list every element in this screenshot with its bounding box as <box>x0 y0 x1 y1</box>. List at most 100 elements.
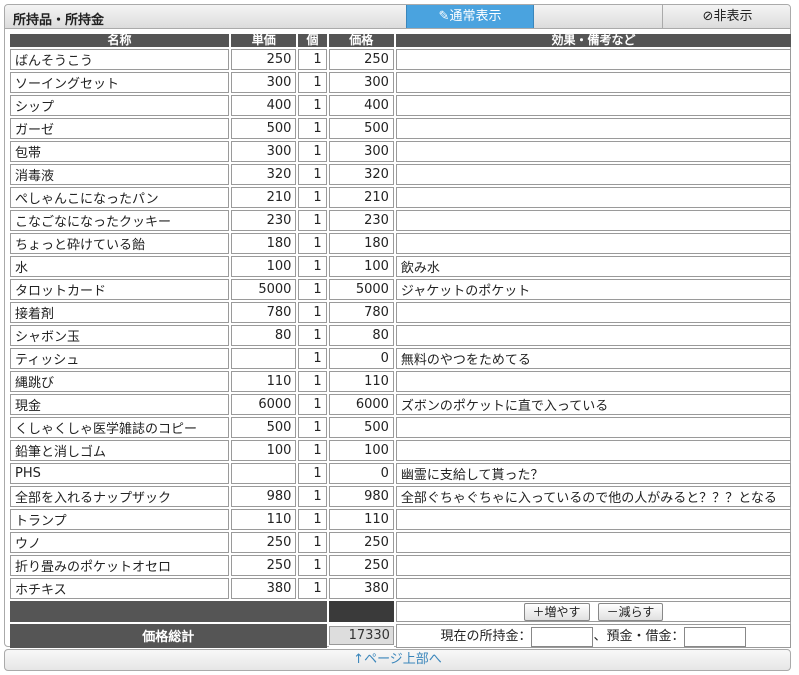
hide-button[interactable]: ⊘非表示 <box>662 5 792 28</box>
item-quantity-cell[interactable]: 1 <box>298 72 327 93</box>
item-note-cell[interactable] <box>395 440 791 461</box>
item-note-cell[interactable] <box>395 49 791 70</box>
item-note-cell[interactable] <box>395 141 791 162</box>
item-name-cell[interactable]: くしゃくしゃ医学雑誌のコピー <box>10 417 230 438</box>
item-note-cell[interactable] <box>395 72 791 93</box>
item-name-cell[interactable]: ばんそうこう <box>10 49 230 70</box>
item-quantity-cell[interactable]: 1 <box>298 118 327 139</box>
item-name-cell[interactable]: シップ <box>10 95 230 116</box>
item-quantity-cell[interactable]: 1 <box>298 302 327 323</box>
item-note-cell[interactable] <box>395 509 791 530</box>
item-price-cell[interactable]: 210 <box>328 187 394 208</box>
item-note-cell[interactable] <box>395 210 791 231</box>
item-price-cell[interactable]: 780 <box>328 302 394 323</box>
item-note-cell[interactable]: ジャケットのポケット <box>395 279 791 300</box>
item-unit-price-cell[interactable]: 100 <box>231 440 297 461</box>
item-quantity-cell[interactable]: 1 <box>298 325 327 346</box>
item-unit-price-cell[interactable]: 300 <box>231 141 297 162</box>
item-name-cell[interactable]: 全部を入れるナップザック <box>10 486 230 507</box>
item-unit-price-cell[interactable]: 250 <box>231 555 297 576</box>
item-note-cell[interactable] <box>395 578 791 599</box>
item-unit-price-cell[interactable]: 300 <box>231 72 297 93</box>
item-price-cell[interactable]: 300 <box>328 72 394 93</box>
item-note-cell[interactable]: 飲み水 <box>395 256 791 277</box>
item-note-cell[interactable]: 無料のやつをためてる <box>395 348 791 369</box>
item-name-cell[interactable]: 包帯 <box>10 141 230 162</box>
item-quantity-cell[interactable]: 1 <box>298 164 327 185</box>
item-note-cell[interactable] <box>395 532 791 553</box>
item-quantity-cell[interactable]: 1 <box>298 279 327 300</box>
item-note-cell[interactable] <box>395 118 791 139</box>
item-name-cell[interactable]: 水 <box>10 256 230 277</box>
item-name-cell[interactable]: ぺしゃんこになったパン <box>10 187 230 208</box>
item-price-cell[interactable]: 0 <box>328 463 394 484</box>
item-price-cell[interactable]: 400 <box>328 95 394 116</box>
add-row-button[interactable]: ＋増やす <box>523 602 590 621</box>
item-price-cell[interactable]: 5000 <box>328 279 394 300</box>
item-quantity-cell[interactable]: 1 <box>298 233 327 254</box>
item-quantity-cell[interactable]: 1 <box>298 532 327 553</box>
item-price-cell[interactable]: 6000 <box>328 394 394 415</box>
item-quantity-cell[interactable]: 1 <box>298 187 327 208</box>
item-unit-price-cell[interactable]: 250 <box>231 49 297 70</box>
item-quantity-cell[interactable]: 1 <box>298 394 327 415</box>
money-input[interactable] <box>531 626 594 647</box>
item-price-cell[interactable]: 0 <box>328 348 394 369</box>
item-price-cell[interactable]: 250 <box>328 555 394 576</box>
item-note-cell[interactable] <box>395 187 791 208</box>
item-quantity-cell[interactable]: 1 <box>298 141 327 162</box>
item-quantity-cell[interactable]: 1 <box>298 463 327 484</box>
item-unit-price-cell[interactable]: 500 <box>231 417 297 438</box>
item-note-cell[interactable]: ズボンのポケットに直で入っている <box>395 394 791 415</box>
item-unit-price-cell[interactable]: 110 <box>231 509 297 530</box>
item-price-cell[interactable]: 230 <box>328 210 394 231</box>
item-unit-price-cell[interactable]: 100 <box>231 256 297 277</box>
item-unit-price-cell[interactable]: 500 <box>231 118 297 139</box>
item-quantity-cell[interactable]: 1 <box>298 371 327 392</box>
item-price-cell[interactable]: 380 <box>328 578 394 599</box>
item-name-cell[interactable]: 消毒液 <box>10 164 230 185</box>
item-price-cell[interactable]: 80 <box>328 325 394 346</box>
item-quantity-cell[interactable]: 1 <box>298 210 327 231</box>
item-quantity-cell[interactable]: 1 <box>298 49 327 70</box>
item-unit-price-cell[interactable]: 230 <box>231 210 297 231</box>
item-name-cell[interactable]: シャボン玉 <box>10 325 230 346</box>
item-name-cell[interactable]: 縄跳び <box>10 371 230 392</box>
item-quantity-cell[interactable]: 1 <box>298 578 327 599</box>
item-price-cell[interactable]: 500 <box>328 417 394 438</box>
item-note-cell[interactable] <box>395 371 791 392</box>
item-price-cell[interactable]: 300 <box>328 141 394 162</box>
item-quantity-cell[interactable]: 1 <box>298 509 327 530</box>
item-quantity-cell[interactable]: 1 <box>298 486 327 507</box>
item-name-cell[interactable]: こなごなになったクッキー <box>10 210 230 231</box>
item-price-cell[interactable]: 250 <box>328 532 394 553</box>
item-name-cell[interactable]: 鉛筆と消しゴム <box>10 440 230 461</box>
item-note-cell[interactable] <box>395 555 791 576</box>
item-note-cell[interactable] <box>395 417 791 438</box>
item-unit-price-cell[interactable] <box>231 463 297 484</box>
item-price-cell[interactable]: 320 <box>328 164 394 185</box>
item-unit-price-cell[interactable]: 80 <box>231 325 297 346</box>
item-unit-price-cell[interactable]: 210 <box>231 187 297 208</box>
item-note-cell[interactable] <box>395 95 791 116</box>
item-note-cell[interactable]: 幽霊に支給して貰った？ <box>395 463 791 484</box>
item-quantity-cell[interactable]: 1 <box>298 440 327 461</box>
item-name-cell[interactable]: PHS <box>10 463 230 484</box>
item-price-cell[interactable]: 250 <box>328 49 394 70</box>
item-price-cell[interactable]: 100 <box>328 440 394 461</box>
item-name-cell[interactable]: ウノ <box>10 532 230 553</box>
normal-view-button[interactable]: ✎通常表示 <box>406 5 534 28</box>
item-name-cell[interactable]: 接着剤 <box>10 302 230 323</box>
item-price-cell[interactable]: 100 <box>328 256 394 277</box>
remove-row-button[interactable]: －減らす <box>597 602 664 621</box>
item-name-cell[interactable]: 折り畳みのポケットオセロ <box>10 555 230 576</box>
page-top-link[interactable]: ↑ページ上部へ <box>4 649 791 671</box>
item-quantity-cell[interactable]: 1 <box>298 417 327 438</box>
item-name-cell[interactable]: ガーゼ <box>10 118 230 139</box>
item-unit-price-cell[interactable]: 380 <box>231 578 297 599</box>
item-price-cell[interactable]: 180 <box>328 233 394 254</box>
item-note-cell[interactable]: 全部ぐちゃぐちゃに入っているので他の人がみると？？？となる <box>395 486 791 507</box>
item-quantity-cell[interactable]: 1 <box>298 348 327 369</box>
item-unit-price-cell[interactable]: 400 <box>231 95 297 116</box>
item-note-cell[interactable] <box>395 233 791 254</box>
